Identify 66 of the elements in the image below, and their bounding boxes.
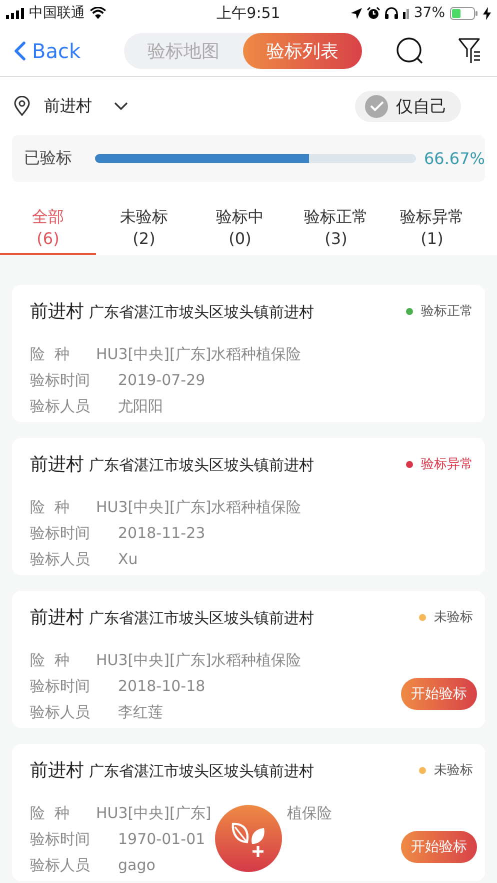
record-title: 前进村 广东省湛江市坡头区坡头镇前进村 xyxy=(30,606,314,629)
start-inspection-button[interactable]: 开始验标 xyxy=(401,678,477,710)
carrier-name: 中国联通 xyxy=(29,4,85,22)
location-pin-icon xyxy=(14,96,30,116)
field-value: Xu xyxy=(118,550,138,568)
field-label: 险 种 xyxy=(30,804,71,822)
filter-icon[interactable] xyxy=(458,38,482,64)
headphones-icon xyxy=(384,7,398,19)
only-mine-toggle[interactable]: 仅自己 xyxy=(355,90,461,122)
field-value: 植保险 xyxy=(287,804,332,822)
field-label: 险 种 xyxy=(30,498,71,516)
status-label: 未验标 xyxy=(434,609,473,626)
record-title: 前进村 广东省湛江市坡头区坡头镇前进村 xyxy=(30,453,314,476)
search-icon[interactable] xyxy=(396,37,424,65)
status-label: 未验标 xyxy=(434,762,473,779)
start-inspection-button[interactable]: 开始验标 xyxy=(401,831,477,863)
chevron-left-icon xyxy=(14,41,26,61)
status-tab[interactable]: 验标正常 (3) xyxy=(288,202,384,255)
field-value: HU3[中央][广东]水稻种植保险 xyxy=(96,498,302,516)
field-label: 验标时间 xyxy=(30,676,91,696)
caret-icon xyxy=(114,102,128,110)
field-label: 险 种 xyxy=(30,344,71,364)
record-card[interactable]: 前进村 广东省湛江市坡头区坡头镇前进村 验标正常 险 种 HU3[中央][广东]水稻种植保险 验标时间 2019-07-29 验标人员 尤阳阳 xyxy=(12,285,485,422)
field-value: 李红莲 xyxy=(118,702,163,722)
field-label: 验标人员 xyxy=(30,550,91,568)
record-title: 前进村 广东省湛江市坡头区坡头镇前进村 xyxy=(30,300,314,323)
status-tab[interactable]: 验标异常 (1) xyxy=(384,202,480,255)
status-tab[interactable]: 未验标 (2) xyxy=(96,202,192,255)
field-value: 2018-11-23 xyxy=(118,524,206,542)
view-tab[interactable]: 验标列表 xyxy=(243,33,362,69)
record-title: 前进村 广东省湛江市坡头区坡头镇前进村 xyxy=(30,759,314,782)
battery-percent: 37% xyxy=(414,5,445,21)
field-value: 2019-07-29 xyxy=(118,371,206,389)
field-label: 验标人员 xyxy=(30,396,91,416)
field-value: 尤阳阳 xyxy=(118,396,163,416)
check-icon xyxy=(370,101,384,111)
record-card[interactable]: 前进村 广东省湛江市坡头区坡头镇前进村 未验标 险 种 HU3[中央][广东] 植保险 验标时间 1970-01-01 验标人员 gago 开始验标 xyxy=(12,744,485,881)
clock-time: 上午9:51 xyxy=(216,4,280,22)
back-button[interactable]: Back xyxy=(14,39,124,63)
field-value: 1970-01-01 xyxy=(118,830,206,848)
wifi-icon xyxy=(90,7,106,19)
field-label: 验标时间 xyxy=(30,830,91,848)
status-label: 验标正常 xyxy=(421,303,473,320)
field-label: 验标人员 xyxy=(30,856,91,874)
record-card[interactable]: 前进村 广东省湛江市坡头区坡头镇前进村 未验标 险 种 HU3[中央][广东]水稻种植保险 验标时间 2018-10-18 验标人员 李红莲 开始验标 xyxy=(12,591,485,728)
battery-icon xyxy=(450,6,478,20)
location-dropdown[interactable]: 前进村 xyxy=(44,96,128,116)
field-label: 险 种 xyxy=(30,650,71,670)
status-label: 验标异常 xyxy=(421,456,473,473)
status-tab[interactable]: 验标中 (0) xyxy=(192,202,288,255)
location-arrow-icon xyxy=(350,8,362,18)
signal-bars-icon xyxy=(402,8,409,18)
alarm-clock-icon xyxy=(366,6,380,20)
field-label: 验标时间 xyxy=(30,370,91,390)
field-value: HU3[中央][广东]水稻种植保险 xyxy=(96,344,302,364)
field-label: 验标时间 xyxy=(30,524,91,542)
record-card[interactable]: 前进村 广东省湛江市坡头区坡头镇前进村 验标异常 险 种 HU3[中央][广东]水稻种植保险 验标时间 2018-11-23 验标人员 Xu xyxy=(12,438,485,575)
field-value: gago xyxy=(118,856,156,874)
field-value: HU3[中央][广东] xyxy=(96,804,212,822)
progress-label: 已验标 xyxy=(24,148,73,169)
field-label: 验标人员 xyxy=(30,702,91,722)
charging-bolt-icon xyxy=(483,6,491,20)
field-value: HU3[中央][广东]水稻种植保险 xyxy=(96,650,302,670)
cellular-signal-icon xyxy=(6,8,24,18)
field-value: 2018-10-18 xyxy=(118,677,206,695)
progress-value: 66.67% xyxy=(424,149,485,168)
